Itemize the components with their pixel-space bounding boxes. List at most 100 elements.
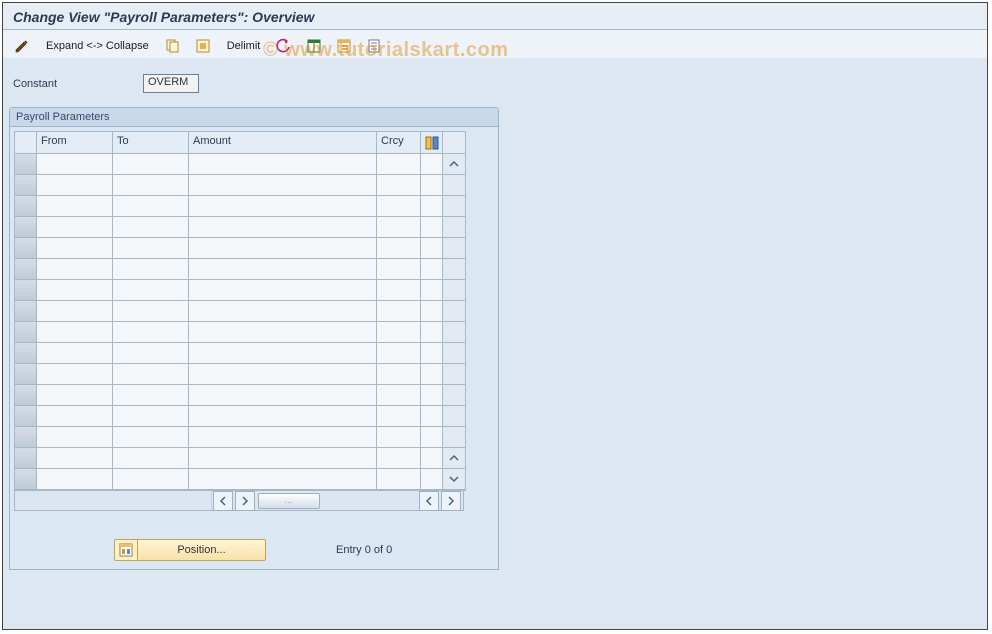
row-selector[interactable] [15,322,37,343]
row-selector[interactable] [15,196,37,217]
table-cell[interactable] [189,469,377,490]
table-cell[interactable] [37,322,113,343]
table-cell[interactable] [113,280,189,301]
table-cell[interactable] [113,448,189,469]
table-cell[interactable] [113,154,189,175]
undo-icon[interactable] [271,35,297,57]
row-selector[interactable] [15,427,37,448]
table-cell[interactable] [377,343,421,364]
table-cell[interactable] [377,175,421,196]
column-header-amount[interactable]: Amount [189,132,377,154]
table-cell[interactable] [37,343,113,364]
table-cell[interactable] [37,196,113,217]
table-cell[interactable] [189,427,377,448]
table-cell[interactable] [377,154,421,175]
row-selector[interactable] [15,259,37,280]
vscroll-track[interactable] [443,238,465,259]
row-selector[interactable] [15,385,37,406]
table-cell[interactable] [37,301,113,322]
delimit-button[interactable]: Delimit [220,35,268,57]
vscroll-track[interactable] [443,175,465,196]
scroll-left-end-button[interactable] [419,491,439,511]
row-selector[interactable] [15,154,37,175]
vscroll-track[interactable] [443,259,465,280]
select-all-icon[interactable] [190,35,216,57]
row-selector[interactable] [15,364,37,385]
table-cell[interactable] [189,364,377,385]
scroll-left-button[interactable] [213,491,233,511]
expand-collapse-button[interactable]: Expand <-> Collapse [39,35,156,57]
table-cell[interactable] [377,322,421,343]
row-selector[interactable] [15,217,37,238]
table-cell[interactable] [37,154,113,175]
row-selector[interactable] [15,406,37,427]
table-settings-icon[interactable] [301,35,327,57]
table-cell[interactable] [189,217,377,238]
table-cell[interactable] [113,322,189,343]
table-cell[interactable] [113,406,189,427]
table-cell[interactable] [113,469,189,490]
scroll-down-button[interactable] [443,469,465,490]
row-selector[interactable] [15,280,37,301]
vscroll-track[interactable] [443,280,465,301]
table-cell[interactable] [189,238,377,259]
table-cell[interactable] [37,469,113,490]
toggle-display-change-icon[interactable] [9,35,35,57]
scroll-right-end-button[interactable] [441,491,461,511]
column-header-crcy[interactable]: Crcy [377,132,421,154]
table-cell[interactable] [113,238,189,259]
copy-icon[interactable] [160,35,186,57]
table-cell[interactable] [189,175,377,196]
vscroll-track[interactable] [443,322,465,343]
table-cell[interactable] [37,280,113,301]
position-button[interactable]: Position... [114,539,266,561]
table-cell[interactable] [113,343,189,364]
table-cell[interactable] [189,406,377,427]
table-cell[interactable] [189,280,377,301]
table-cell[interactable] [37,175,113,196]
table-cell[interactable] [37,217,113,238]
table-cell[interactable] [377,469,421,490]
vscroll-track[interactable] [443,196,465,217]
table-cell[interactable] [189,301,377,322]
table-cell[interactable] [189,448,377,469]
scroll-right-button[interactable] [235,491,255,511]
row-selector[interactable] [15,448,37,469]
table-cell[interactable] [37,364,113,385]
vscroll-track[interactable] [443,301,465,322]
table-cell[interactable] [113,259,189,280]
table-cell[interactable] [377,364,421,385]
vscroll-track[interactable] [443,427,465,448]
table-cell[interactable] [377,301,421,322]
table-cell[interactable] [377,196,421,217]
table-cell[interactable] [377,427,421,448]
table-cell[interactable] [37,385,113,406]
table-cell[interactable] [113,427,189,448]
table-cell[interactable] [189,385,377,406]
select-all-header[interactable] [15,132,37,154]
vscroll-track[interactable] [443,385,465,406]
table-config-icon[interactable] [421,132,443,154]
table-cell[interactable] [377,217,421,238]
row-selector[interactable] [15,301,37,322]
table-cell[interactable] [189,196,377,217]
table-cell[interactable] [377,448,421,469]
column-header-to[interactable]: To [113,132,189,154]
table-cell[interactable] [189,154,377,175]
table-cell[interactable] [377,406,421,427]
scroll-up-inner-button[interactable] [443,448,465,469]
row-selector[interactable] [15,238,37,259]
row-selector[interactable] [15,469,37,490]
deselect-all-icon[interactable] [331,35,357,57]
table-cell[interactable] [377,280,421,301]
table-cell[interactable] [37,448,113,469]
hscroll-thumb[interactable]: … [258,493,320,509]
table-cell[interactable] [189,343,377,364]
table-cell[interactable] [37,238,113,259]
table-cell[interactable] [377,385,421,406]
row-selector[interactable] [15,343,37,364]
table-cell[interactable] [37,259,113,280]
table-cell[interactable] [189,322,377,343]
vscroll-track[interactable] [443,343,465,364]
column-header-from[interactable]: From [37,132,113,154]
